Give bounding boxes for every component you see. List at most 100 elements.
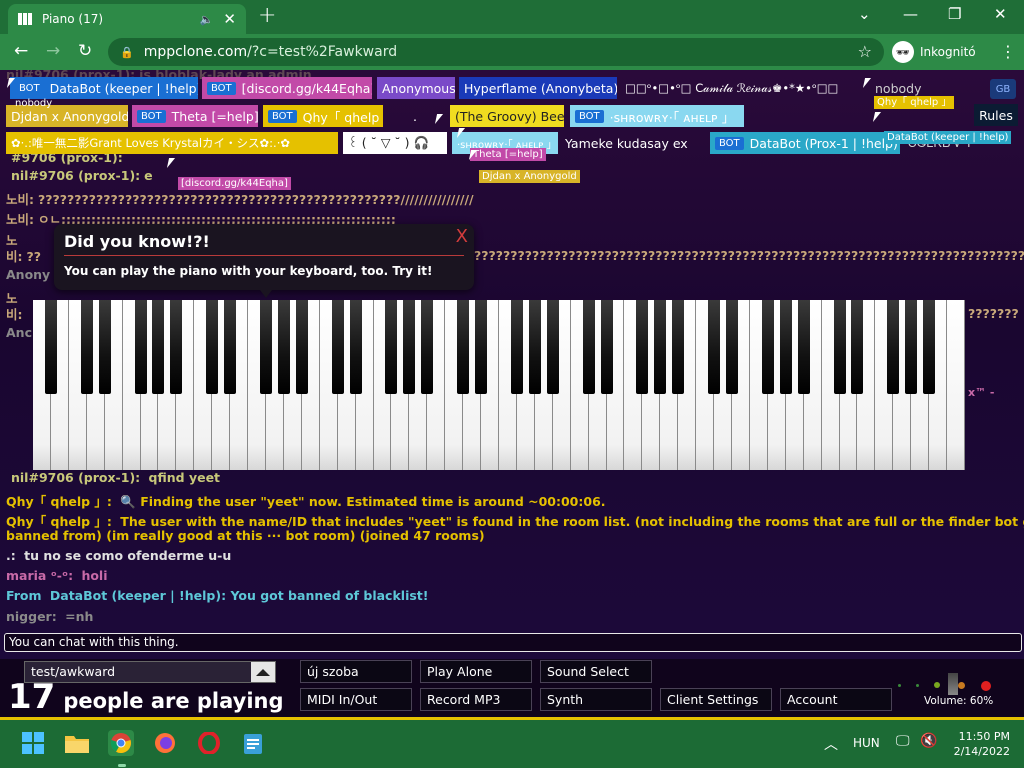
user-qhy[interactable]: BOT Qhy「 qhelp 」 (263, 105, 383, 127)
system-clock[interactable]: 11:50 PM 2/14/2022 (952, 729, 1010, 759)
client-settings-button[interactable]: Client Settings (660, 688, 772, 711)
chrome-icon[interactable] (108, 730, 134, 756)
user-theta[interactable]: BOT Theta [=help] (132, 105, 258, 127)
bot-badge: BOT (715, 136, 744, 150)
black-key[interactable] (761, 300, 774, 394)
black-key[interactable] (833, 300, 846, 394)
user-dot[interactable]: . (408, 105, 432, 127)
black-key[interactable] (349, 300, 362, 394)
black-key[interactable] (726, 300, 738, 394)
play-alone-button[interactable]: Play Alone (420, 660, 532, 683)
user-yameke[interactable]: Yameke kudasay ex (560, 132, 706, 154)
black-key[interactable] (636, 300, 649, 394)
chat-text: 🔍 Finding the user "yeet" now. Estimated… (120, 494, 606, 509)
tooltip-close-button[interactable]: X (456, 226, 468, 247)
new-tab-button[interactable]: + (258, 5, 276, 27)
black-key[interactable] (510, 300, 523, 394)
user-databot-prox[interactable]: BOT DataBot (Prox-1 | !help) (710, 132, 900, 154)
bookmark-star-icon[interactable]: ☆ (858, 42, 872, 61)
black-key[interactable] (905, 300, 918, 394)
black-key[interactable] (457, 300, 470, 394)
cursor-label: [discord.gg/k44Eqha] (178, 177, 291, 190)
black-key[interactable] (600, 300, 613, 394)
black-key[interactable] (403, 300, 416, 394)
user-grant[interactable]: ✿·.:唯一無二影Grant Loves Krystalカイ・シス✿:.·✿ (6, 132, 338, 154)
language-badge[interactable]: GB (990, 79, 1016, 99)
volume-knob[interactable] (948, 673, 958, 695)
black-key[interactable] (295, 300, 308, 394)
tab-search-icon[interactable]: ⌄ (858, 5, 871, 23)
network-icon[interactable]: 🖵 (896, 733, 910, 749)
black-key[interactable] (475, 300, 488, 394)
black-key[interactable] (851, 300, 864, 394)
user-discord[interactable]: BOT [discord.gg/k44Eqha] (202, 77, 372, 99)
firefox-icon[interactable] (152, 730, 178, 756)
black-key[interactable] (277, 300, 290, 394)
rules-button[interactable]: Rules (974, 104, 1018, 126)
black-key[interactable] (80, 300, 93, 394)
black-key[interactable] (582, 300, 595, 394)
user-camila[interactable]: □□ᵒ•□•ᵒ□ C𝒶𝓂𝒾𝓁𝒶 ℛ𝑒𝒾𝓃𝒶𝓈♚•*★•ᵒ□□ (620, 77, 865, 99)
bot-badge: BOT (137, 109, 166, 123)
chat-text: qfind yeet (148, 470, 221, 485)
black-key[interactable] (546, 300, 559, 394)
forward-icon[interactable]: → (46, 41, 60, 61)
user-databot[interactable]: BOT DataBot (keeper | !help) (10, 77, 198, 99)
black-key[interactable] (528, 300, 541, 394)
close-window-button[interactable]: ✕ (994, 5, 1007, 23)
chat-message: From DataBot (keeper | !help): You got b… (6, 588, 428, 603)
notepad-icon[interactable] (240, 730, 266, 756)
black-key[interactable] (134, 300, 147, 394)
black-key[interactable] (654, 300, 667, 394)
record-mp3-button[interactable]: Record MP3 (420, 688, 532, 711)
opera-icon[interactable] (196, 730, 222, 756)
address-bar[interactable]: 🔒 mppclone.com/?c=test%2Fawkward ☆ (108, 38, 884, 66)
black-key[interactable] (206, 300, 219, 394)
windows-start-icon[interactable] (20, 730, 46, 756)
new-room-button[interactable]: új szoba (300, 660, 412, 683)
black-key[interactable] (152, 300, 165, 394)
black-key[interactable] (224, 300, 237, 394)
back-icon[interactable]: ← (14, 41, 28, 61)
black-key[interactable] (708, 300, 721, 394)
browser-tab[interactable]: Piano (17) 🔈 ✕ (8, 4, 246, 34)
user-anonymous[interactable]: Anonymous (377, 77, 455, 99)
browser-menu-icon[interactable]: ⋮ (1000, 42, 1016, 61)
black-key[interactable] (923, 300, 936, 394)
black-key[interactable] (260, 300, 272, 394)
volume-muted-icon[interactable]: 🔇 (920, 733, 937, 749)
chat-nick: .: (6, 548, 16, 563)
black-key[interactable] (797, 300, 810, 394)
account-button[interactable]: Account (780, 688, 892, 711)
black-key[interactable] (170, 300, 183, 394)
black-key[interactable] (331, 300, 344, 394)
piano-keyboard[interactable] (33, 300, 965, 470)
user-kaomoji[interactable]: ꒰ ( ˘ ▽ ˘ ) 🎧 (343, 132, 447, 154)
user-hyperflame[interactable]: Hyperflame (Anonybeta) (459, 77, 617, 99)
chat-input[interactable]: You can chat with this thing. (4, 633, 1022, 652)
language-indicator[interactable]: HUN (853, 736, 880, 750)
black-key[interactable] (98, 300, 111, 394)
black-key[interactable] (887, 300, 900, 394)
incognito-indicator[interactable]: 🕶 Inkognitó (892, 41, 976, 63)
minimize-button[interactable]: — (903, 5, 918, 23)
user-groovy-bee[interactable]: (The Groovy) Bee (450, 105, 564, 127)
user-shrowry[interactable]: BOT ·ꜱʜʀᴏᴡʀʏ·「 ᴀʜᴇʟᴘ 」 (570, 105, 744, 127)
black-key[interactable] (44, 300, 57, 394)
tray-chevron-icon[interactable]: ︿ (824, 734, 838, 754)
sound-select-button[interactable]: Sound Select (540, 660, 652, 683)
tab-close-icon[interactable]: ✕ (223, 10, 236, 28)
chat-nick: From (6, 588, 42, 603)
restore-button[interactable]: ❐ (948, 5, 961, 23)
black-key[interactable] (779, 300, 792, 394)
black-key[interactable] (385, 300, 398, 394)
reload-icon[interactable]: ↻ (78, 41, 92, 61)
white-key[interactable] (947, 300, 965, 470)
black-key[interactable] (421, 300, 434, 394)
midi-button[interactable]: MIDI In/Out (300, 688, 412, 711)
user-name: Djdan x Anonygold (11, 108, 128, 124)
synth-button[interactable]: Synth (540, 688, 652, 711)
speaker-icon[interactable]: 🔈 (200, 13, 214, 26)
file-explorer-icon[interactable] (64, 730, 90, 756)
black-key[interactable] (672, 300, 685, 394)
